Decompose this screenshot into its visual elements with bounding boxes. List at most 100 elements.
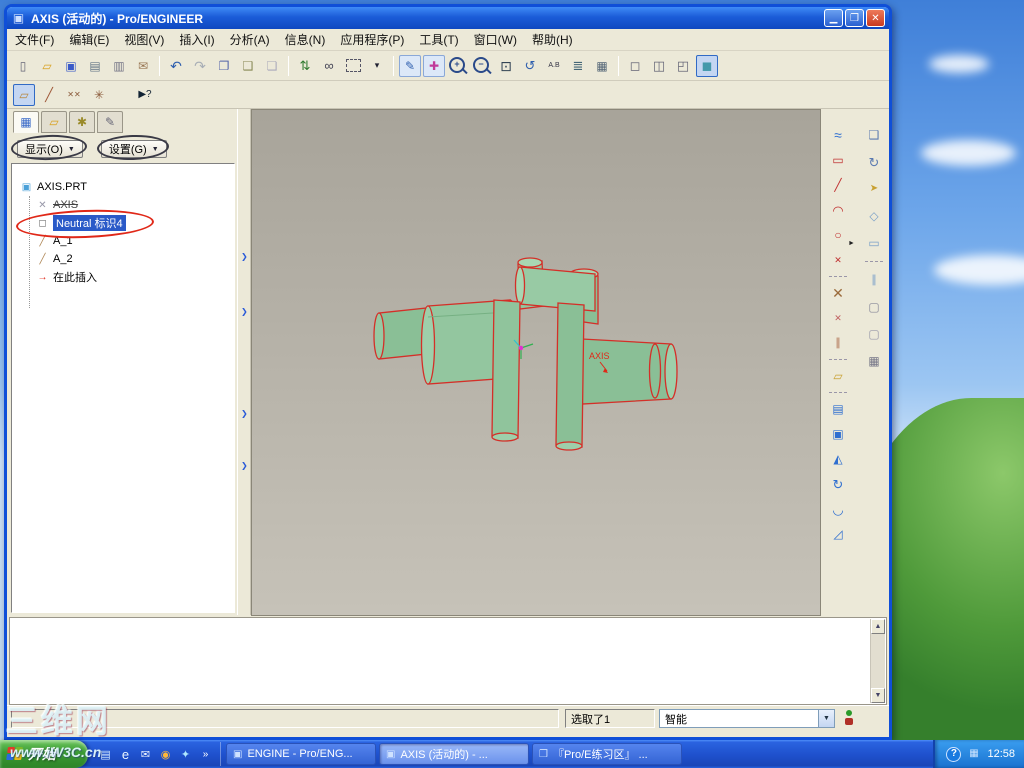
menu-tools[interactable]: 工具(T) xyxy=(419,31,458,48)
blend-arc-icon[interactable]: ◡ xyxy=(828,499,848,519)
menu-edit[interactable]: 编辑(E) xyxy=(69,31,109,48)
spin-center-icon[interactable]: ✚ xyxy=(423,54,445,77)
datum-axis-icon[interactable]: ╱ xyxy=(38,84,60,106)
graphics-viewport[interactable]: AXIS xyxy=(251,109,821,616)
copy-icon[interactable]: ❐ xyxy=(213,55,235,77)
circle-tool-icon[interactable]: ○ xyxy=(828,225,848,245)
zoom-out-icon[interactable] xyxy=(471,55,493,77)
desktop[interactable]: ▣ AXIS (活动的) - Pro/ENGINEER ▁ ❐ ✕ 文件(F) … xyxy=(0,0,1024,768)
selection-filter-icon[interactable] xyxy=(342,55,364,77)
message-area[interactable]: ▲ ▼ xyxy=(9,617,887,705)
tree-item-insert-here[interactable]: → 在此插入 xyxy=(12,268,234,286)
select-arrow-icon[interactable]: ➤ xyxy=(864,179,884,199)
copy-geometry-icon[interactable]: ❑ xyxy=(864,125,884,145)
pattern-tool-icon[interactable]: ∥ xyxy=(864,270,884,290)
datum-plane-icon[interactable]: ▱ xyxy=(13,83,35,106)
wireframe-display-icon[interactable]: ◻ xyxy=(624,55,646,77)
splitter-chevron-icon[interactable]: ❯ xyxy=(241,307,248,316)
flyout-arrow-icon[interactable]: ► xyxy=(848,240,855,247)
menu-info[interactable]: 信息(N) xyxy=(285,31,326,48)
zoom-fit-icon[interactable]: ⊡ xyxy=(495,55,517,77)
print-icon[interactable]: ▤ xyxy=(84,55,106,77)
message-scrollbar[interactable]: ▲ ▼ xyxy=(870,619,885,703)
repaint-icon[interactable]: ✎ xyxy=(399,54,421,77)
tree-item-a2[interactable]: ╱ A_2 xyxy=(12,250,234,268)
title-bar[interactable]: ▣ AXIS (活动的) - Pro/ENGINEER ▁ ❐ ✕ xyxy=(7,7,889,29)
tree-item-part[interactable]: ▣ AXIS.PRT xyxy=(12,178,234,196)
selection-filter-combo[interactable]: 智能 ▼ xyxy=(659,709,835,728)
splitter-chevron-icon[interactable]: ❯ xyxy=(241,409,248,418)
point-tool-icon[interactable]: ✕ xyxy=(828,250,848,270)
save-icon[interactable]: ▣ xyxy=(60,55,82,77)
sketch-tool-icon[interactable]: ▢ xyxy=(864,297,884,317)
new-file-icon[interactable]: ▯ xyxy=(12,55,34,77)
regenerate-icon[interactable]: ⇅ xyxy=(294,55,316,77)
splitter-chevron-icon[interactable]: ❯ xyxy=(241,252,248,261)
tree-item-neutral-datum[interactable]: ◻ Neutral 标识4 xyxy=(12,214,234,232)
panel-splitter[interactable]: ❯ ❯ ❯ ❯ xyxy=(237,109,251,615)
no-hidden-display-icon[interactable]: ◰ xyxy=(672,55,694,77)
tree-item-axis-feature[interactable]: ✕ AXIS xyxy=(12,196,234,214)
start-button[interactable]: 开始 xyxy=(0,740,88,768)
surface-tool-icon[interactable]: ◇ xyxy=(864,206,884,226)
menu-window[interactable]: 窗口(W) xyxy=(474,31,517,48)
taskbar-button-browser[interactable]: ❒ 『Pro/E练习区』 ... xyxy=(532,743,682,765)
ie-icon[interactable]: e xyxy=(117,746,134,763)
redo-icon[interactable]: ↷ xyxy=(189,55,211,77)
menu-file[interactable]: 文件(F) xyxy=(15,31,54,48)
tree-item-a1[interactable]: ╱ A_1 xyxy=(12,232,234,250)
reorient-icon[interactable]: ↺ xyxy=(519,55,541,77)
menu-view[interactable]: 视图(V) xyxy=(124,31,164,48)
paste-icon[interactable]: ❑ xyxy=(237,55,259,77)
qlaunch-chevron-icon[interactable]: » xyxy=(197,746,214,763)
hidden-line-display-icon[interactable]: ◫ xyxy=(648,55,670,77)
construction-x-icon[interactable]: ✕ xyxy=(828,283,848,303)
rectangle-tool-icon[interactable]: ▭ xyxy=(828,150,848,170)
model-tree-tab[interactable]: ▦ xyxy=(13,111,39,133)
show-desktop-icon[interactable]: ▤ xyxy=(97,746,114,763)
palette-grid-icon[interactable]: ▦ xyxy=(864,351,884,371)
minimize-button[interactable]: ▁ xyxy=(824,9,843,27)
display-dropdown-button[interactable]: 显示(O) ▼ xyxy=(17,140,83,158)
menu-analysis[interactable]: 分析(A) xyxy=(230,31,270,48)
offset-lines-icon[interactable]: ∥ xyxy=(828,333,848,353)
taskbar-button-axis[interactable]: ▣ AXIS (活动的) - ... xyxy=(379,743,529,765)
menu-applications[interactable]: 应用程序(P) xyxy=(340,31,404,48)
close-button[interactable]: ✕ xyxy=(866,9,885,27)
scroll-down-icon[interactable]: ▼ xyxy=(871,688,885,703)
rules-display-tab[interactable]: ✱ xyxy=(69,111,95,133)
tray-device-icon[interactable]: ▦ xyxy=(966,747,981,762)
open-folder-icon[interactable]: ▱ xyxy=(36,55,58,77)
view-manager-icon[interactable]: ▦ xyxy=(591,55,613,77)
menu-help[interactable]: 帮助(H) xyxy=(532,31,573,48)
layers-icon[interactable]: ≣ xyxy=(567,55,589,77)
datum-csys-icon[interactable]: ✳ xyxy=(88,84,110,106)
line-tool-icon[interactable]: ╱ xyxy=(828,175,848,195)
palette-icon[interactable]: ▱ xyxy=(828,366,848,386)
annotate-tab[interactable]: ✎ xyxy=(97,111,123,133)
find-icon[interactable]: ∞ xyxy=(318,55,340,77)
tray-help-icon[interactable]: ? xyxy=(946,746,962,762)
email-icon[interactable]: ✉ xyxy=(132,55,154,77)
combo-caret-icon[interactable]: ▼ xyxy=(818,710,834,727)
taskbar-clock[interactable]: 12:58 xyxy=(987,748,1015,760)
outlook-icon[interactable]: ✉ xyxy=(137,746,154,763)
plane-tool-icon[interactable]: ▢ xyxy=(864,324,884,344)
menu-insert[interactable]: 插入(I) xyxy=(179,31,214,48)
scroll-up-icon[interactable]: ▲ xyxy=(871,619,885,634)
crankshaft-3d-model[interactable]: AXIS xyxy=(252,110,820,615)
fill-tool-icon[interactable]: ▤ xyxy=(828,399,848,419)
shaded-display-icon[interactable]: ◼ xyxy=(696,54,718,77)
settings-dropdown-button[interactable]: 设置(G) ▼ xyxy=(100,140,167,158)
rotate-tool-icon[interactable]: ↻ xyxy=(828,474,848,494)
axis-point-icon[interactable]: ✕ xyxy=(828,308,848,328)
section-tool-icon[interactable]: ▣ xyxy=(828,424,848,444)
undo-icon[interactable]: ↶ xyxy=(165,55,187,77)
paste-special-icon[interactable]: ❏ xyxy=(261,55,283,77)
media-player-icon[interactable]: ◉ xyxy=(157,746,174,763)
style-curve-icon[interactable]: ≈ xyxy=(828,125,848,145)
arc-tool-icon[interactable]: ◠ xyxy=(828,200,848,220)
context-help-icon[interactable]: ▶? xyxy=(134,84,156,106)
restore-button[interactable]: ❐ xyxy=(845,9,864,27)
datum-point-icon[interactable]: ✕✕ xyxy=(63,84,85,106)
